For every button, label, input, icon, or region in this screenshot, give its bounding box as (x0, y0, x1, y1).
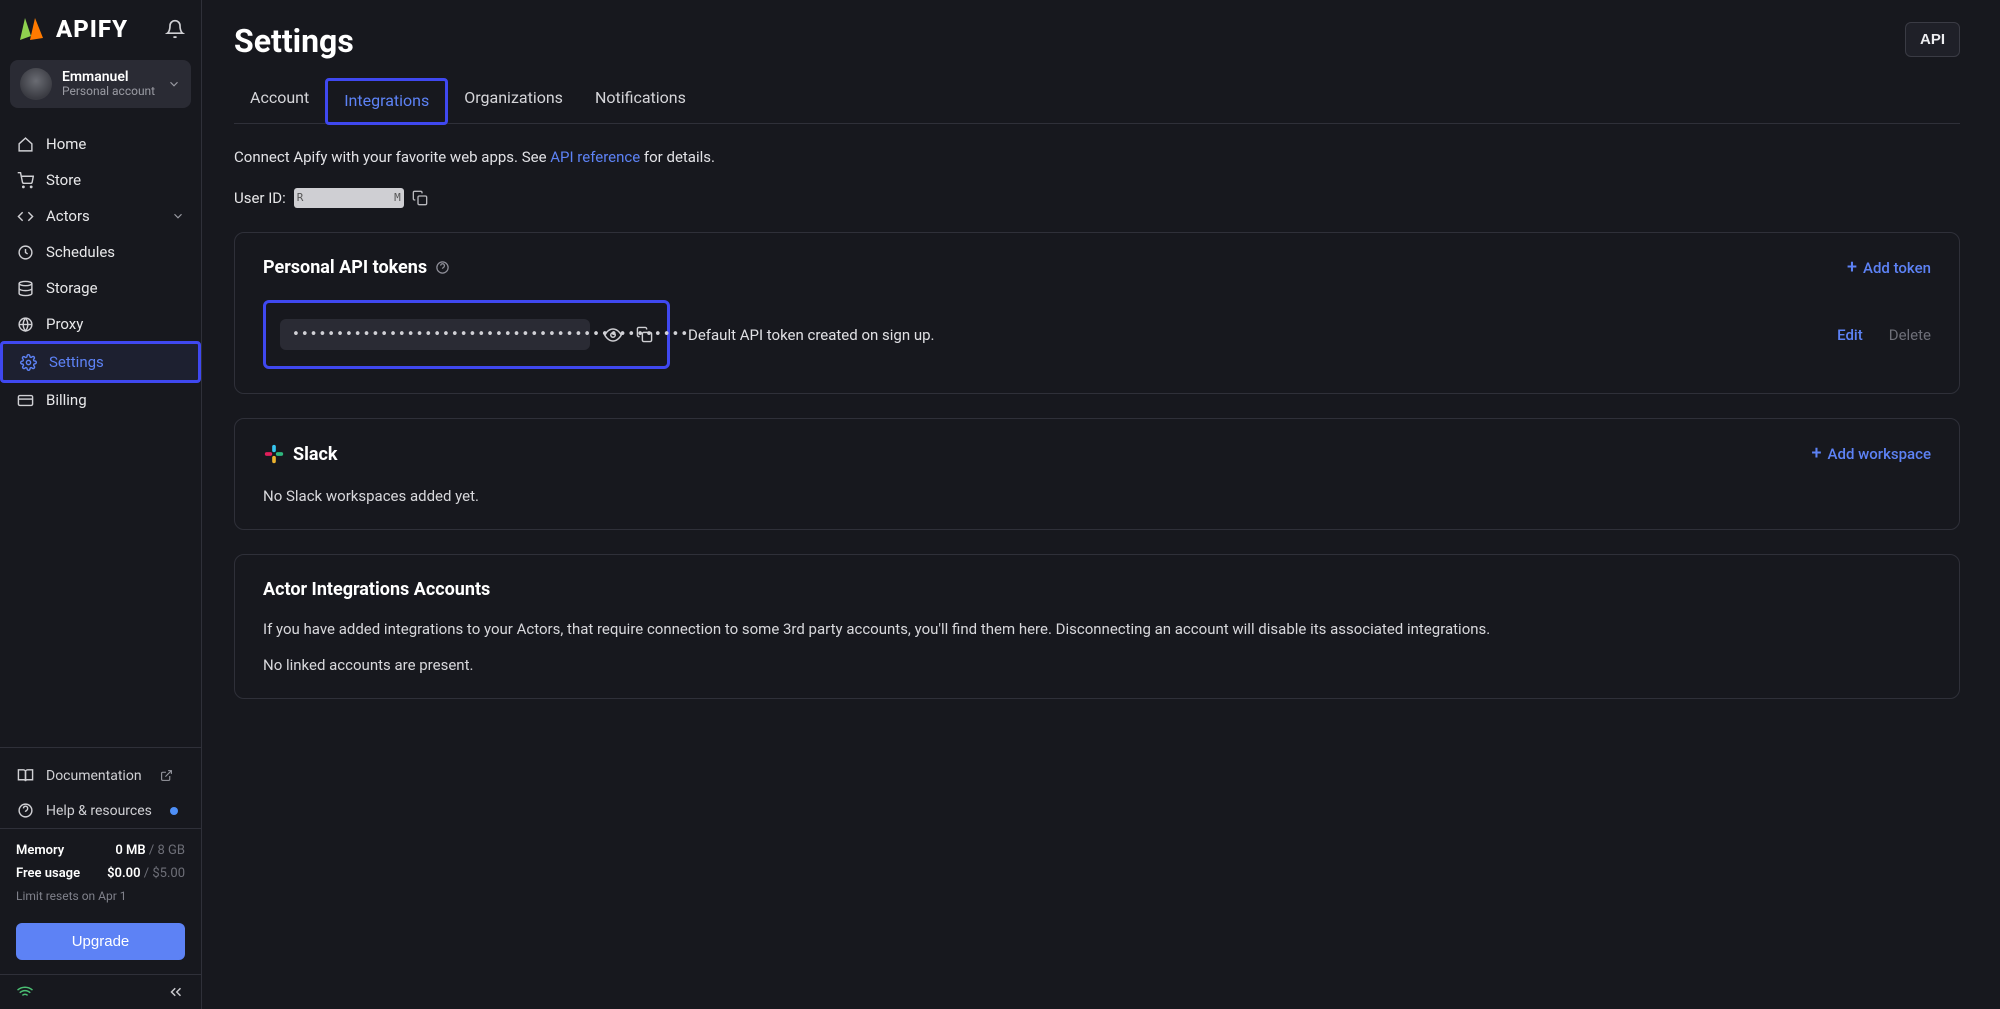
add-workspace-button[interactable]: + Add workspace (1812, 445, 1931, 463)
edit-token-link[interactable]: Edit (1837, 326, 1863, 344)
sidebar-item-help[interactable]: Help & resources (0, 793, 201, 828)
clock-icon (16, 244, 34, 261)
sidebar-item-label: Billing (46, 391, 87, 409)
usage-summary: Memory 0 MB / 8 GB Free usage $0.00 / $5… (0, 828, 201, 913)
token-highlight-box: ••••••••••••••••••••••••••••••••••••••••… (263, 300, 670, 369)
sidebar-item-label: Settings (49, 353, 104, 371)
sidebar-item-label: Proxy (46, 315, 83, 333)
home-icon (16, 136, 34, 153)
actor-accounts-description: If you have added integrations to your A… (263, 620, 1931, 638)
sidebar: APIFY Emmanuel Personal account Home (0, 0, 202, 1009)
sidebar-item-label: Storage (46, 279, 98, 297)
sidebar-item-schedules[interactable]: Schedules (0, 234, 201, 270)
free-usage-max: $5.00 (152, 866, 185, 881)
apify-logo-icon (16, 14, 46, 44)
token-masked-value[interactable]: ••••••••••••••••••••••••••••••••••••••••… (280, 319, 590, 350)
page-title: Settings (234, 22, 354, 60)
sidebar-header: APIFY (0, 0, 201, 54)
api-reference-link[interactable]: API reference (550, 148, 640, 166)
brand-name: APIFY (56, 15, 128, 43)
sidebar-item-settings[interactable]: Settings (0, 341, 201, 383)
free-usage-label: Free usage (16, 866, 80, 881)
user-id-value (294, 188, 404, 208)
api-button[interactable]: API (1905, 22, 1960, 57)
reveal-token-icon[interactable] (604, 326, 622, 344)
api-tokens-card: Personal API tokens + Add token ••••••••… (234, 232, 1960, 394)
sidebar-footer (0, 974, 201, 1009)
settings-tabs: Account Integrations Organizations Notif… (234, 78, 1960, 124)
user-id-label: User ID: (234, 189, 286, 207)
tab-notifications[interactable]: Notifications (579, 78, 702, 123)
help-tooltip-icon[interactable] (435, 260, 450, 275)
free-usage-current: $0.00 (107, 866, 140, 881)
globe-icon (16, 316, 34, 333)
tab-organizations[interactable]: Organizations (448, 78, 579, 123)
help-icon (16, 802, 34, 819)
copy-token-icon[interactable] (636, 326, 653, 343)
sidebar-item-home[interactable]: Home (0, 126, 201, 162)
copy-user-id-icon[interactable] (412, 190, 428, 206)
chevron-down-icon (171, 209, 185, 223)
main-content: Settings API Account Integrations Organi… (202, 0, 2000, 1009)
slack-title: Slack (293, 444, 337, 465)
api-tokens-title: Personal API tokens (263, 257, 427, 278)
slack-icon (263, 443, 285, 465)
memory-label: Memory (16, 843, 64, 858)
actor-accounts-title: Actor Integrations Accounts (263, 579, 1931, 600)
connection-status-icon[interactable] (16, 983, 34, 1001)
sidebar-item-documentation[interactable]: Documentation (0, 758, 201, 793)
notification-dot-icon (170, 807, 178, 815)
chevron-down-icon (167, 77, 181, 91)
brand-logo[interactable]: APIFY (16, 14, 128, 44)
tab-account[interactable]: Account (234, 78, 325, 123)
actor-accounts-empty: No linked accounts are present. (263, 656, 1931, 674)
token-description: Default API token created on sign up. (688, 326, 934, 344)
account-name: Emmanuel (62, 69, 155, 85)
gear-icon (19, 354, 37, 371)
collapse-sidebar-icon[interactable] (167, 983, 185, 1001)
primary-nav: Home Store Actors Schedules (0, 126, 201, 418)
secondary-nav: Documentation Help & resources (0, 747, 201, 828)
token-row: ••••••••••••••••••••••••••••••••••••••••… (263, 300, 1931, 369)
plus-icon: + (1847, 259, 1857, 277)
sidebar-item-label: Actors (46, 207, 90, 225)
plus-icon: + (1812, 445, 1822, 463)
account-subtitle: Personal account (62, 85, 155, 99)
add-token-button[interactable]: + Add token (1847, 259, 1931, 277)
cart-icon (16, 172, 34, 189)
tab-integrations[interactable]: Integrations (325, 78, 448, 125)
account-switcher[interactable]: Emmanuel Personal account (10, 60, 191, 108)
book-icon (16, 767, 34, 784)
sidebar-item-label: Documentation (46, 768, 142, 784)
memory-current: 0 MB (115, 843, 145, 858)
actor-accounts-card: Actor Integrations Accounts If you have … (234, 554, 1960, 699)
slack-empty-text: No Slack workspaces added yet. (263, 487, 1931, 505)
notifications-icon[interactable] (165, 19, 185, 39)
sidebar-item-billing[interactable]: Billing (0, 382, 201, 418)
avatar (20, 68, 52, 100)
sidebar-item-label: Home (46, 135, 86, 153)
external-link-icon (160, 769, 173, 782)
sidebar-item-proxy[interactable]: Proxy (0, 306, 201, 342)
integrations-intro: Connect Apify with your favorite web app… (234, 148, 1960, 166)
code-icon (16, 208, 34, 225)
card-icon (16, 392, 34, 409)
upgrade-button[interactable]: Upgrade (16, 923, 185, 960)
usage-reset-note: Limit resets on Apr 1 (16, 889, 185, 903)
sidebar-item-store[interactable]: Store (0, 162, 201, 198)
memory-max: 8 GB (158, 843, 186, 858)
user-id-row: User ID: (234, 188, 1960, 208)
sidebar-item-label: Store (46, 171, 81, 189)
sidebar-item-label: Schedules (46, 243, 115, 261)
sidebar-item-storage[interactable]: Storage (0, 270, 201, 306)
sidebar-item-label: Help & resources (46, 803, 152, 819)
database-icon (16, 280, 34, 297)
delete-token-link: Delete (1889, 326, 1931, 344)
page-header: Settings API (234, 22, 1960, 60)
sidebar-item-actors[interactable]: Actors (0, 198, 201, 234)
slack-card: Slack + Add workspace No Slack workspace… (234, 418, 1960, 530)
